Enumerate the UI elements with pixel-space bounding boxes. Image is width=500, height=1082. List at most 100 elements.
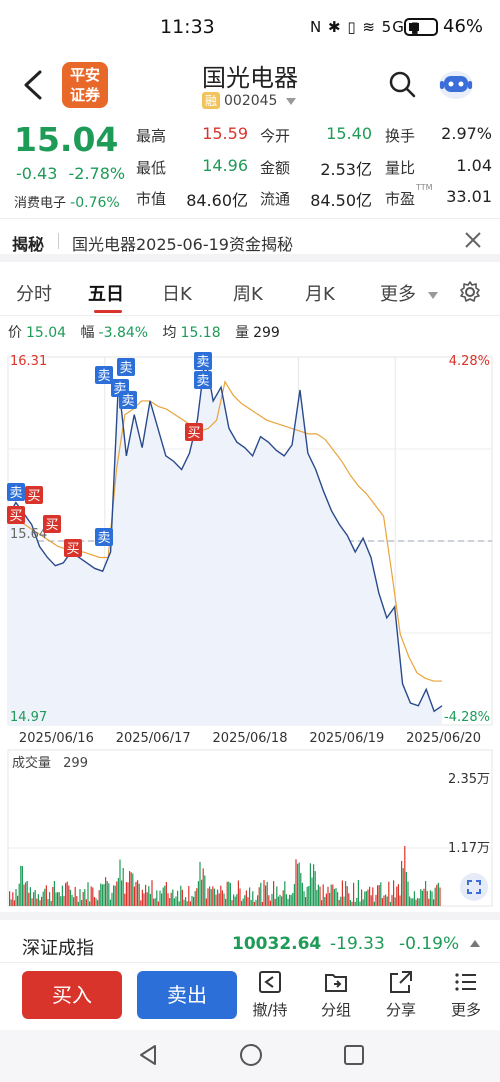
volume-bar [186, 901, 188, 906]
header: 平安 证券 国光电器 融 002045 [0, 56, 500, 120]
robot-assistant-icon[interactable] [436, 64, 476, 104]
volume-bar [223, 893, 225, 906]
volume-bar [308, 885, 310, 906]
gear-icon[interactable] [458, 280, 482, 304]
volume-bar [265, 885, 267, 906]
group-button[interactable]: 分组 [308, 969, 364, 1020]
volume-bar [258, 887, 260, 906]
tab-intraday[interactable]: 分时 [16, 280, 52, 306]
caret-down-icon [427, 291, 438, 299]
volume-bar [369, 886, 371, 906]
tab-monthly-k[interactable]: 月K [305, 280, 335, 306]
tab-five-day[interactable]: 五日 [88, 280, 124, 306]
sell-button[interactable]: 卖出 [137, 971, 237, 1019]
volume-bar [218, 893, 220, 906]
nav-back-icon[interactable] [138, 1044, 158, 1066]
volume-bar [220, 885, 222, 906]
ttm-superscript: TTM [416, 183, 433, 192]
cancel-hold-label: 撤/持 [252, 1001, 288, 1019]
volume-bar [57, 892, 59, 906]
volume-bar [322, 884, 324, 906]
info-range-label: 幅 [80, 325, 95, 341]
share-button[interactable]: 分享 [373, 969, 429, 1020]
share-icon [390, 971, 412, 993]
volume-bar [191, 895, 193, 906]
volume-bar [193, 896, 195, 906]
volume-bar [381, 898, 383, 906]
volume-bar [85, 899, 87, 906]
volume-bar [189, 901, 191, 906]
trade-marker-label: 买 [187, 426, 200, 441]
menu-icon [455, 973, 476, 991]
volume-bar [212, 886, 214, 906]
five-day-price-chart[interactable]: 16.31 15.64 14.97 4.28% -4.28% 2025/06/16 2025… [0, 345, 500, 745]
volume-bar [370, 895, 372, 906]
fullscreen-icon[interactable] [460, 873, 488, 901]
info-range: -3.84% [98, 325, 149, 341]
volume-bar [301, 882, 303, 906]
volume-bar [116, 881, 118, 906]
volume-bar [74, 886, 76, 906]
volume-bar [137, 880, 139, 906]
volume-bar [292, 892, 294, 906]
volume-bar [162, 887, 164, 906]
volume-bar [377, 885, 379, 906]
volume-bar [313, 864, 315, 906]
volume-bar [143, 893, 145, 906]
volume-bar [348, 893, 350, 906]
volume-bar [412, 898, 414, 906]
quote-field-label: 市值 [136, 190, 167, 208]
volume-bar [231, 900, 233, 906]
volume-bar [289, 894, 291, 906]
buy-button[interactable]: 买入 [22, 971, 122, 1019]
volume-bar [26, 880, 28, 906]
nav-recent-icon[interactable] [344, 1045, 364, 1065]
stock-name[interactable]: 国光电器 [0, 58, 500, 93]
stock-code-row[interactable]: 融 002045 [202, 92, 296, 109]
tab-daily-k[interactable]: 日K [162, 280, 192, 306]
volume-bar [98, 890, 100, 906]
volume-bar [317, 884, 319, 906]
volume-bar [404, 846, 406, 906]
volume-bar [244, 895, 246, 906]
volume-bar [365, 891, 367, 906]
nav-home-icon[interactable] [240, 1044, 262, 1066]
volume-chart[interactable]: 2.35万 1.17万 [0, 748, 500, 910]
volume-bar [199, 861, 201, 906]
close-icon[interactable] [462, 229, 484, 251]
sector-row[interactable]: 消费电子 -0.76% [14, 192, 120, 211]
search-icon[interactable] [388, 70, 416, 98]
volume-bar [357, 880, 359, 906]
reveal-banner[interactable]: 揭秘 国光电器2025-06-19资金揭秘 [0, 218, 500, 262]
volume-bar [325, 893, 327, 906]
volume-bar [217, 889, 219, 906]
cancel-hold-button[interactable]: 撤/持 [242, 969, 298, 1020]
quote-field-value: 15.59 [202, 124, 248, 143]
more-button[interactable]: 更多 [438, 969, 494, 1020]
volume-bar [229, 882, 231, 906]
volume-bar [260, 882, 262, 906]
reveal-text[interactable]: 国光电器2025-06-19资金揭秘 [72, 231, 293, 255]
quote-field-value: 84.60亿 [186, 191, 248, 210]
volume-bar [213, 888, 215, 906]
volume-bar [205, 898, 207, 906]
pct-axis-bottom-label: -4.28% [444, 710, 490, 725]
volume-bar [34, 889, 36, 906]
volume-bar [341, 880, 343, 906]
expand-up-icon[interactable] [470, 940, 480, 947]
volume-bar [167, 893, 169, 906]
volume-bar [263, 880, 265, 906]
volume-bar [188, 885, 190, 906]
volume-bar [95, 898, 97, 906]
index-ticker[interactable]: 深证成指 10032.64 -19.33 -0.19% [0, 912, 500, 962]
volume-bar [319, 886, 321, 906]
volume-mid-label: 1.17万 [448, 841, 490, 856]
tab-weekly-k[interactable]: 周K [233, 280, 263, 306]
volume-bar [124, 893, 126, 906]
volume-bar [385, 894, 387, 906]
volume-bar [194, 891, 196, 906]
volume-bar [303, 891, 305, 906]
volume-bar [375, 894, 377, 906]
volume-bar [345, 881, 347, 906]
tab-more[interactable]: 更多 [380, 280, 438, 306]
